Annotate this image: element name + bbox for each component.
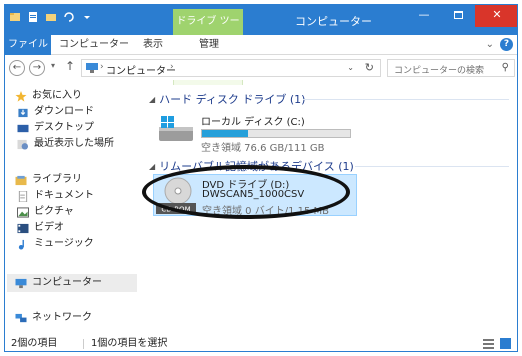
nav-libraries[interactable]: ライブラリ [15,173,82,187]
nav-videos-label: ビデオ [34,222,64,233]
explorer-app-icon[interactable] [9,11,21,23]
nav-documents-label: ドキュメント [34,190,94,201]
ribbon-controls: ⌄ ? [486,38,513,51]
drive-tools-context-tab[interactable]: ドライブ ツール [173,9,243,53]
group-header-hard-disk-label: ハード ディスク ドライブ (1) [159,93,306,106]
navigation-pane: お気に入り ダウンロード デスクトップ 最近表示した場所 ライブラリ ドキュメン… [5,81,141,335]
downloads-icon [18,108,28,117]
local-disk-c[interactable]: ローカル ディスク (C:) 空き領域 76.6 GB/111 GB [155,111,415,154]
recent-locations-icon[interactable]: ▾ [51,61,55,70]
quick-access-toolbar [9,11,93,23]
cd-rom-badge: CD-ROM [161,206,190,214]
large-icons-view-icon[interactable] [500,338,511,349]
nav-pictures-label: ピクチャ [34,206,74,217]
customize-toolbar-icon[interactable] [81,11,93,23]
nav-favorites[interactable]: お気に入り [15,89,82,103]
view-switcher [483,338,511,349]
expand-ribbon-icon[interactable]: ⌄ [486,39,494,50]
forward-button[interactable]: → [29,60,45,76]
breadcrumb-computer[interactable]: コンピューター [106,62,176,77]
disk-usage-bar [201,129,351,138]
address-dropdown-icon[interactable]: ⌄ [347,63,354,72]
close-button[interactable]: ✕ [475,5,517,27]
up-button[interactable]: ↑ [65,59,75,73]
status-bar: 2個の項目 1個の項目を選択 [5,335,517,351]
nav-network-label: ネットワーク [32,312,92,323]
nav-music-label: ミュージック [34,238,94,249]
tab-computer[interactable]: コンピューター [59,35,129,55]
nav-recent-places[interactable]: 最近表示した場所 [17,137,114,151]
nav-downloads-label: ダウンロード [34,106,94,117]
collapse-icon[interactable]: ◢ [149,162,155,171]
back-button[interactable]: ← [9,60,25,76]
status-selected-count: 1個の項目を選択 [91,338,168,349]
window-title: コンピューター [295,15,372,28]
content-pane: ◢ ハード ディスク ドライブ (1) ローカル ディスク (C:) 空き領域 … [145,81,517,335]
group-divider [355,166,509,167]
details-view-icon[interactable] [483,338,494,349]
title-bar: ドライブ ツール コンピューター — ✕ [5,5,517,53]
search-input[interactable]: コンピューターの検索 ⚲ [387,59,515,77]
minimize-button[interactable]: — [407,5,441,27]
local-disk-free-space: 空き領域 76.6 GB/111 GB [201,143,325,154]
network-icon [15,313,27,322]
nav-downloads[interactable]: ダウンロード [17,105,94,119]
undo-icon[interactable] [63,11,75,23]
computer-icon [86,63,98,73]
group-header-removable-label: リムーバブル記憶域があるデバイス (1) [159,160,354,173]
dvd-free-space: 空き領域 0 バイト/1.15 MB [202,206,330,217]
search-placeholder: コンピューターの検索 [394,66,485,76]
search-icon[interactable]: ⚲ [502,62,509,73]
maximize-button[interactable] [441,5,475,27]
status-divider [83,339,84,349]
breadcrumb-separator-icon[interactable]: › [100,62,104,72]
group-header-hard-disk[interactable]: ◢ ハード ディスク ドライブ (1) [149,91,305,107]
nav-recent-places-label: 最近表示した場所 [34,138,114,149]
nav-documents[interactable]: ドキュメント [17,189,94,203]
address-bar[interactable]: › コンピューター › ⌄ ↻ [81,59,381,77]
group-divider [303,99,509,100]
tab-file[interactable]: ファイル [5,35,51,55]
star-icon [15,90,27,102]
local-disk-name: ローカル ディスク (C:) [201,117,305,128]
navigation-bar: ← → ▾ ↑ › コンピューター › ⌄ ↻ コンピューターの検索 ⚲ [5,56,517,80]
properties-icon[interactable] [27,11,39,23]
status-item-count: 2個の項目 [11,338,58,349]
nav-network[interactable]: ネットワーク [15,311,92,325]
nav-computer[interactable]: コンピューター [15,276,102,290]
tab-manage[interactable]: 管理 [189,35,229,55]
music-icon [18,239,24,250]
videos-icon [17,223,29,233]
nav-videos[interactable]: ビデオ [17,221,64,235]
nav-computer-label: コンピューター [32,277,102,288]
desktop-icon [17,124,29,132]
nav-libraries-label: ライブラリ [32,174,82,185]
cd-rom-icon: CD-ROM [156,177,196,214]
help-icon[interactable]: ? [500,38,513,51]
dvd-drive-d[interactable]: CD-ROM DVD ドライブ (D:) DWSCAN5_1000CSV 空き領… [153,174,357,217]
new-folder-icon[interactable] [45,11,57,23]
collapse-icon[interactable]: ◢ [149,95,155,104]
breadcrumb-separator-icon[interactable]: › [170,62,174,72]
computer-icon [15,278,27,288]
libraries-icon [15,175,27,185]
nav-favorites-label: お気に入り [32,90,82,101]
nav-pictures[interactable]: ピクチャ [17,205,74,219]
dvd-volume-label: DWSCAN5_1000CSV [202,189,305,200]
documents-icon [18,190,28,202]
disk-usage-fill [202,130,248,137]
nav-desktop[interactable]: デスクトップ [17,121,94,135]
nav-music[interactable]: ミュージック [17,237,94,251]
recent-places-icon [17,139,29,150]
hard-drive-icon [159,116,193,141]
group-header-removable[interactable]: ◢ リムーバブル記憶域があるデバイス (1) [149,158,354,174]
refresh-icon[interactable]: ↻ [365,61,374,74]
ribbon-tabs: ファイル コンピューター 表示 管理 ⌄ ? [5,35,517,85]
explorer-window: ドライブ ツール コンピューター — ✕ ファイル コンピューター 表示 管理 … [4,4,518,352]
nav-desktop-label: デスクトップ [34,122,94,133]
maximize-icon [453,11,463,19]
tab-view[interactable]: 表示 [133,35,173,55]
pictures-icon [17,206,29,218]
